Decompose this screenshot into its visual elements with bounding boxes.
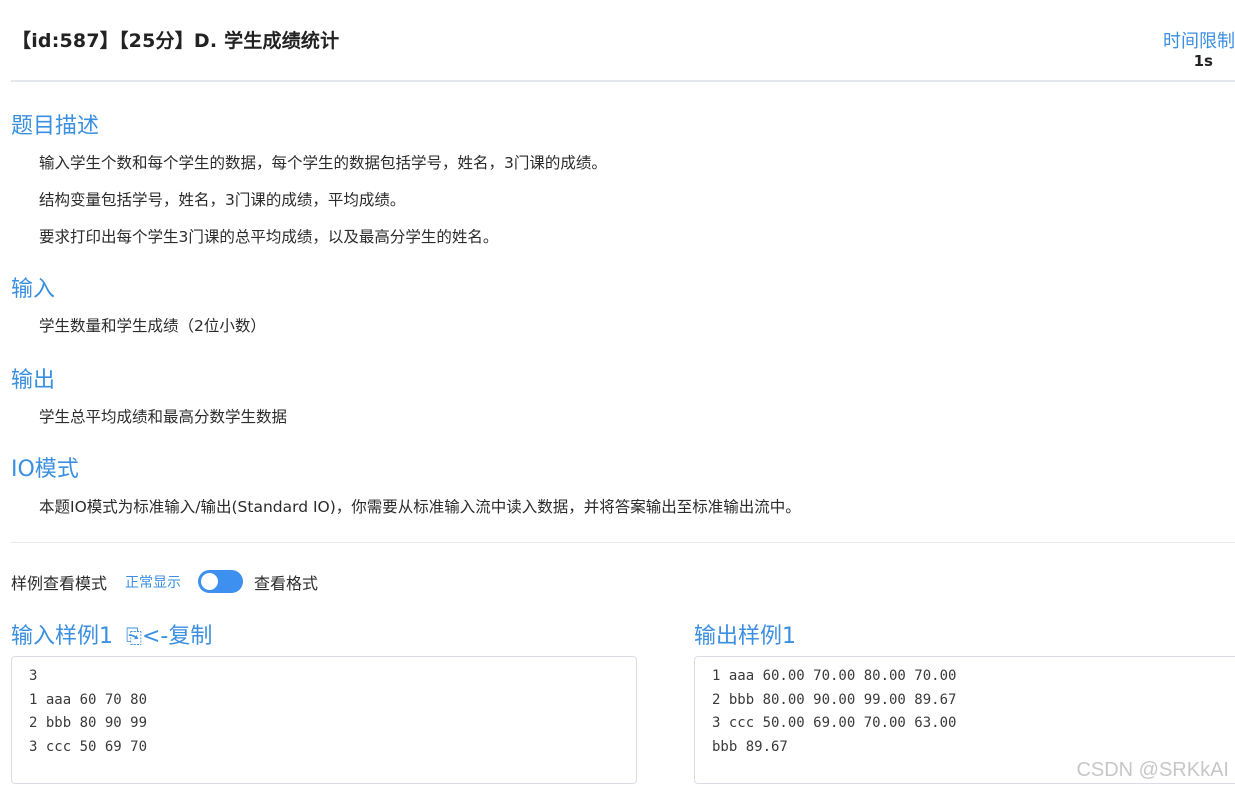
- problem-title: 【id:587】【25分】D. 学生成绩统计: [12, 30, 340, 52]
- input-paragraph: 学生数量和学生成绩（2位小数）: [39, 317, 266, 335]
- time-limit-label: 时间限制: [1163, 31, 1235, 52]
- content-divider: [11, 542, 1235, 543]
- problem-header: 【id:587】【25分】D. 学生成绩统计 时间限制 1s: [0, 0, 1235, 82]
- view-format-label[interactable]: 查看格式: [254, 570, 318, 594]
- normal-display-label[interactable]: 正常显示: [125, 572, 181, 592]
- sample-mode-label: 样例查看模式: [11, 574, 108, 593]
- output-paragraph: 学生总平均成绩和最高分数学生数据: [39, 408, 288, 426]
- section-title-input: 输入: [11, 277, 56, 302]
- sample-mode-toggle[interactable]: [198, 570, 243, 593]
- input-sample-title: 输入样例1 ⎘<-复制: [11, 618, 212, 650]
- output-sample-line: 3 ccc 50.00 69.00 70.00 63.00: [712, 715, 957, 731]
- output-sample-line: 1 aaa 60.00 70.00 80.00 70.00: [712, 668, 957, 684]
- watermark: CSDN @SRKkAI: [1076, 759, 1229, 781]
- section-title-output: 输出: [11, 368, 56, 393]
- input-sample-line: 3 ccc 50 69 70: [29, 738, 148, 755]
- output-sample-line: 2 bbb 80.00 90.00 99.00 89.67: [712, 691, 957, 708]
- copy-button[interactable]: ⎘<-复制: [120, 624, 212, 649]
- time-limit-value: 1s: [1193, 52, 1213, 70]
- output-sample-title: 输出样例1: [694, 624, 796, 649]
- input-sample-line: 1 aaa 60 70 80: [29, 691, 148, 708]
- section-title-io-mode: IO模式: [11, 457, 79, 482]
- toggle-knob: [201, 573, 218, 590]
- description-paragraph: 要求打印出每个学生3门课的总平均成绩，以及最高分学生的姓名。: [39, 228, 499, 246]
- output-sample-line: bbb 89.67: [712, 738, 788, 755]
- input-sample-box[interactable]: 3 1 aaa 60 70 80 2 bbb 80 90 99 3 ccc 50…: [11, 656, 637, 784]
- copy-icon: ⎘: [126, 624, 142, 648]
- io-mode-paragraph: 本题IO模式为标准输入/输出(Standard IO)，你需要从标准输入流中读入…: [39, 498, 801, 516]
- input-sample-line: 3: [29, 668, 38, 684]
- description-paragraph: 输入学生个数和每个学生的数据，每个学生的数据包括学号，姓名，3门课的成绩。: [39, 154, 607, 172]
- input-sample-line: 2 bbb 80 90 99: [29, 715, 148, 731]
- input-sample-title-text: 输入样例1: [11, 624, 113, 649]
- header-divider: [11, 80, 1235, 82]
- description-paragraph: 结构变量包括学号，姓名，3门课的成绩，平均成绩。: [39, 191, 406, 209]
- sample-mode-row: 样例查看模式 正常显示 查看格式: [11, 568, 411, 594]
- section-title-description: 题目描述: [11, 114, 100, 139]
- copy-label: <-复制: [142, 624, 213, 649]
